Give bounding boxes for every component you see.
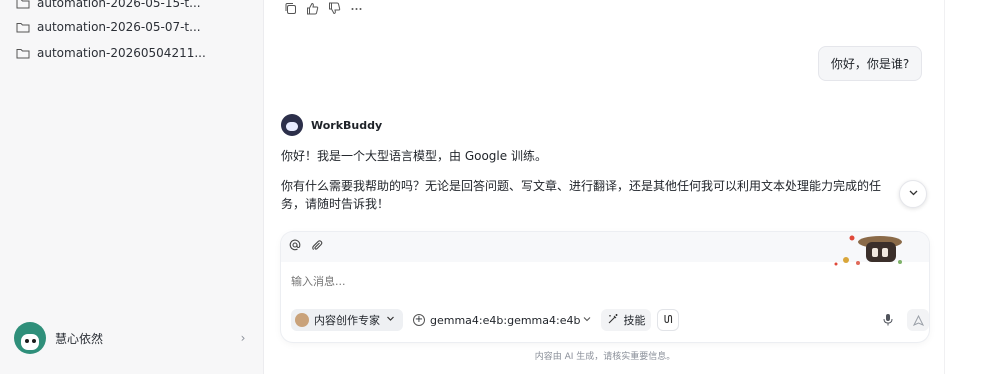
sidebar-item-label: automation-20260504211...: [37, 46, 206, 60]
add-icon: +: [413, 314, 425, 326]
attachment-icon[interactable]: [311, 239, 323, 255]
sidebar-item-folder[interactable]: automation-2026-05-15-t...: [10, 0, 250, 15]
folder-icon: [16, 47, 30, 59]
agent-avatar: [295, 313, 309, 327]
chevron-right-icon[interactable]: ›: [236, 331, 250, 345]
model-selector[interactable]: + gemma4:e4b:gemma4:e4b: [413, 314, 591, 327]
folder-icon: [16, 0, 30, 9]
composer-bottom-bar: 内容创作专家 + gemma4:e4b:gemma4:e4b 技能: [291, 309, 929, 331]
copy-icon[interactable]: [284, 2, 297, 15]
mention-icon[interactable]: [289, 239, 301, 255]
avatar: [14, 322, 46, 354]
bot-name: WorkBuddy: [311, 118, 383, 132]
sidebar: automation-2026-05-15-t... automation-20…: [0, 0, 264, 374]
bot-message-paragraph: 你好！我是一个大型语言模型，由 Google 训练。: [281, 149, 547, 163]
magic-wand-icon: [607, 313, 619, 328]
bot-header: WorkBuddy: [281, 114, 382, 136]
user-profile-row[interactable]: 慧心依然 ›: [14, 321, 250, 355]
route-icon: [662, 313, 674, 328]
scrollbar-track[interactable]: [944, 0, 995, 374]
thumbs-up-icon[interactable]: [306, 2, 319, 15]
chevron-down-icon: [908, 187, 919, 201]
sidebar-item-label: automation-2026-05-07-t...: [37, 20, 201, 34]
tools-button[interactable]: [657, 309, 680, 331]
mascot-illustration: [834, 235, 902, 266]
thumbs-down-icon[interactable]: [328, 2, 341, 15]
chevron-down-icon: [583, 315, 591, 326]
sidebar-item-folder[interactable]: automation-20260504211...: [10, 41, 250, 65]
sidebar-item-folder[interactable]: automation-2026-05-07-t...: [10, 15, 250, 39]
message-actions: [284, 2, 363, 15]
agent-selector[interactable]: 内容创作专家: [291, 309, 403, 331]
agent-label: 内容创作专家: [314, 314, 380, 327]
folder-icon: [16, 21, 30, 33]
microphone-icon[interactable]: [883, 313, 893, 329]
bot-avatar: [281, 114, 303, 136]
scroll-to-bottom-button[interactable]: [899, 180, 927, 208]
model-label: gemma4:e4b:gemma4:e4b: [430, 313, 581, 327]
bot-message-paragraph: 你有什么需要我帮助的吗？无论是回答问题、写文章、进行翻译，还是其他任何我可以利用…: [281, 179, 882, 211]
ai-disclaimer: 内容由 AI 生成，请核实重要信息。: [534, 352, 676, 362]
user-message-bubble: 你好，你是谁?: [818, 46, 922, 81]
sidebar-item-label: automation-2026-05-15-t...: [37, 0, 201, 10]
message-input[interactable]: [291, 272, 911, 290]
skills-label: 技能: [623, 314, 646, 327]
more-icon[interactable]: [350, 2, 363, 15]
chevron-down-icon: [386, 314, 395, 326]
skills-button[interactable]: 技能: [601, 309, 652, 331]
send-button[interactable]: [907, 309, 929, 331]
user-name: 慧心依然: [55, 331, 104, 346]
